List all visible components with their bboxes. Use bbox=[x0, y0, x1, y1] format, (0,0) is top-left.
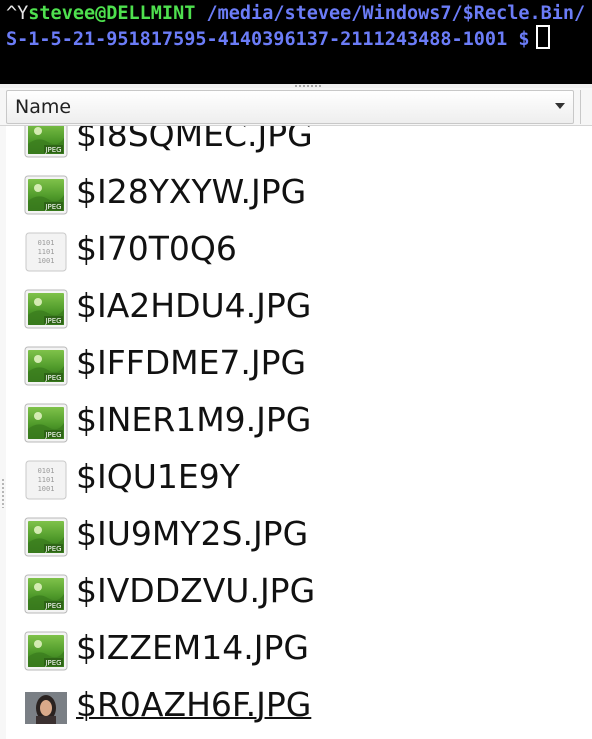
file-name: $IQU1E9Y bbox=[76, 457, 240, 496]
file-name: $INER1M9.JPG bbox=[76, 400, 312, 439]
svg-text:0101: 0101 bbox=[38, 239, 55, 247]
file-row[interactable]: JPEG $IZZEM14.JPG bbox=[0, 623, 592, 680]
terminal-control-char: ^Y bbox=[6, 3, 29, 24]
file-name: $R0AZH6F.JPG bbox=[76, 685, 312, 724]
jpeg-icon: JPEG bbox=[24, 403, 68, 443]
file-name: $IA2HDU4.JPG bbox=[76, 286, 312, 325]
svg-text:1001: 1001 bbox=[38, 485, 55, 493]
svg-text:0101: 0101 bbox=[38, 467, 55, 475]
svg-text:1001: 1001 bbox=[38, 257, 55, 265]
side-pane-handle[interactable] bbox=[0, 126, 6, 739]
svg-text:JPEG: JPEG bbox=[44, 317, 61, 325]
file-name: $IVDDZVU.JPG bbox=[76, 571, 316, 610]
file-row[interactable]: JPEG $IFFDME7.JPG bbox=[0, 338, 592, 395]
file-row[interactable]: JPEG $INER1M9.JPG bbox=[0, 395, 592, 452]
file-name: $IFFDME7.JPG bbox=[76, 343, 307, 382]
file-name: $I8SQMEC.JPG bbox=[76, 126, 313, 154]
file-list[interactable]: JPEG $I8SQMEC.JPG JPEG $I28YXYW.JPG 0101 1101… bbox=[0, 126, 592, 739]
file-name: $IU9MY2S.JPG bbox=[76, 514, 309, 553]
jpeg-icon: JPEG bbox=[24, 126, 68, 158]
svg-text:JPEG: JPEG bbox=[44, 602, 61, 610]
column-header-bar: Name bbox=[0, 88, 592, 126]
svg-text:JPEG: JPEG bbox=[44, 203, 61, 211]
file-row[interactable]: JPEG $I28YXYW.JPG bbox=[0, 167, 592, 224]
file-name: $I70T0Q6 bbox=[76, 229, 237, 268]
column-header-name-label: Name bbox=[15, 96, 72, 118]
terminal-prompt-area[interactable]: ^Ystevee@DELLMINT /media/stevee/Windows7… bbox=[0, 0, 592, 84]
jpeg-icon: JPEG bbox=[24, 517, 68, 557]
terminal-cursor bbox=[535, 24, 550, 49]
terminal-user-host: stevee@DELLMINT bbox=[28, 3, 196, 24]
jpeg-icon: JPEG bbox=[24, 574, 68, 614]
file-row[interactable]: JPEG $I8SQMEC.JPG bbox=[0, 126, 592, 167]
terminal-prompt-symbol: $ bbox=[518, 28, 530, 50]
file-row[interactable]: 0101 1101 1001 $IQU1E9Y bbox=[0, 452, 592, 509]
jpeg-icon: JPEG bbox=[24, 346, 68, 386]
svg-text:JPEG: JPEG bbox=[44, 659, 61, 667]
photo-thumbnail-icon bbox=[24, 688, 68, 728]
file-row[interactable]: JPEG $IA2HDU4.JPG bbox=[0, 281, 592, 338]
jpeg-icon: JPEG bbox=[24, 289, 68, 329]
file-row[interactable]: JPEG $IU9MY2S.JPG bbox=[0, 509, 592, 566]
column-header-name[interactable]: Name bbox=[6, 90, 574, 124]
svg-text:1101: 1101 bbox=[38, 476, 55, 484]
file-name: $IZZEM14.JPG bbox=[76, 628, 309, 667]
file-name: $I28YXYW.JPG bbox=[76, 172, 307, 211]
svg-text:JPEG: JPEG bbox=[44, 545, 61, 553]
binary-file-icon: 0101 1101 1001 bbox=[24, 232, 68, 272]
svg-text:1101: 1101 bbox=[38, 248, 55, 256]
file-row[interactable]: 0101 1101 1001 $I70T0Q6 bbox=[0, 224, 592, 281]
svg-text:JPEG: JPEG bbox=[44, 146, 61, 154]
binary-file-icon: 0101 1101 1001 bbox=[24, 460, 68, 500]
column-header-filler bbox=[580, 90, 590, 124]
side-pane-grip-icon bbox=[1, 478, 5, 508]
file-row[interactable]: $R0AZH6F.JPG bbox=[0, 680, 592, 737]
jpeg-icon: JPEG bbox=[24, 631, 68, 671]
file-row[interactable]: JPEG $IVDDZVU.JPG bbox=[0, 566, 592, 623]
svg-text:JPEG: JPEG bbox=[44, 431, 61, 439]
svg-text:JPEG: JPEG bbox=[44, 374, 61, 382]
sort-descending-icon bbox=[555, 103, 565, 109]
jpeg-icon: JPEG bbox=[24, 175, 68, 215]
